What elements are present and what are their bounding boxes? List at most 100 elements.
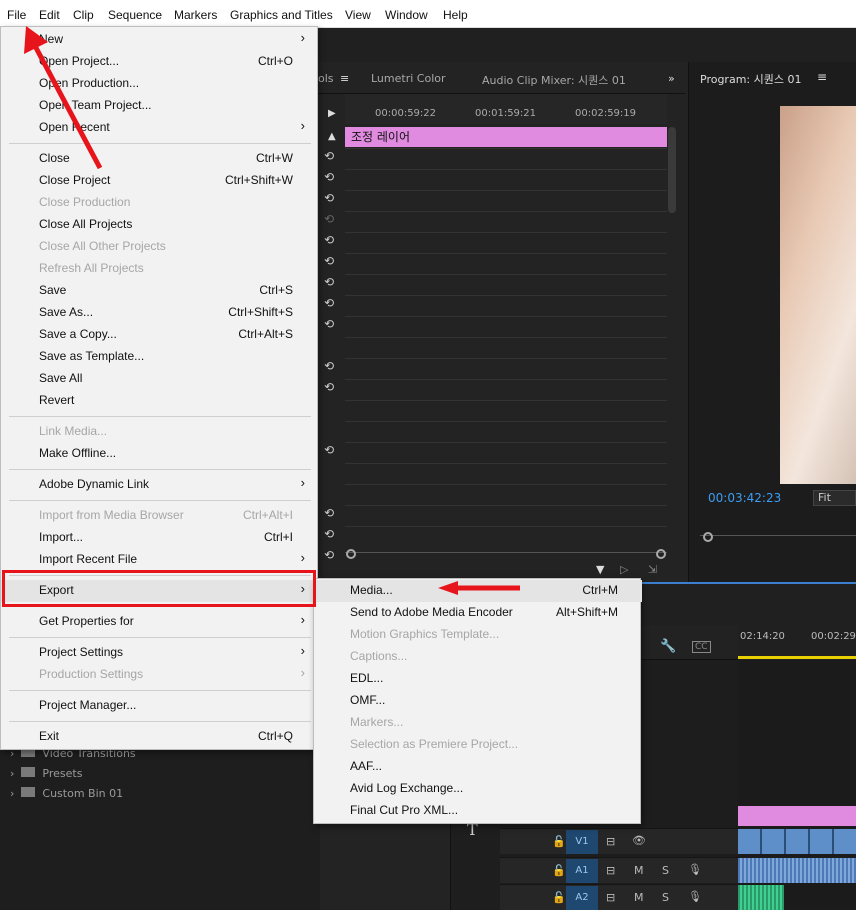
eye-icon[interactable]: 👁	[632, 834, 646, 847]
microphone-icon[interactable]: 🎙	[688, 890, 702, 903]
adjustment-layer-clip-timeline[interactable]	[738, 806, 856, 826]
solo-button[interactable]: S	[662, 891, 669, 904]
tab-effect-controls[interactable]: ols	[318, 72, 334, 85]
playhead-timecode[interactable]: 00:03:42:23	[708, 491, 781, 505]
reset-icon[interactable]: ⟲	[322, 548, 336, 562]
vertical-scrollbar[interactable]	[668, 127, 676, 213]
filter-icon[interactable]: ▼	[596, 563, 604, 576]
scrubber-handle[interactable]	[703, 532, 713, 542]
menu-item-aaf[interactable]: AAF...	[314, 756, 642, 778]
menu-item-project-manager[interactable]: Project Manager...	[1, 695, 319, 717]
menu-item-save[interactable]: Save Ctrl+S	[1, 280, 319, 302]
menu-item-close-project[interactable]: Close Project Ctrl+Shift+W	[1, 170, 319, 192]
menu-file[interactable]: File	[7, 8, 26, 22]
captions-icon[interactable]: CC	[692, 641, 711, 653]
panel-menu-icon[interactable]: ≡	[817, 70, 827, 84]
mute-button[interactable]: M	[634, 891, 644, 904]
scroll-handle-left[interactable]	[346, 549, 356, 559]
reset-icon[interactable]: ⟲	[322, 443, 336, 457]
menu-item-save-as[interactable]: Save As... Ctrl+Shift+S	[1, 302, 319, 324]
audio-clip-a1[interactable]	[738, 858, 856, 883]
menu-clip[interactable]: Clip	[73, 8, 94, 22]
reset-icon[interactable]: ⟲	[322, 233, 336, 247]
list-item[interactable]: › Presets	[10, 767, 82, 780]
play-triangle-icon[interactable]: ▶	[328, 108, 336, 119]
mute-button[interactable]: M	[634, 864, 644, 877]
tab-lumetri-color[interactable]: Lumetri Color	[371, 72, 446, 85]
tab-audio-clip-mixer[interactable]: Audio Clip Mixer: 시퀀스 01	[482, 72, 626, 88]
reset-icon[interactable]: ⟲	[322, 170, 336, 184]
menu-item-save-as-template[interactable]: Save as Template...	[1, 346, 319, 368]
track-label-a2[interactable]: A2	[566, 886, 598, 910]
keyframe-area[interactable]	[345, 124, 667, 544]
menu-item-avid-log-exchange[interactable]: Avid Log Exchange...	[314, 778, 642, 800]
reset-icon[interactable]: ⟲	[322, 380, 336, 394]
menu-item-make-offline[interactable]: Make Offline...	[1, 443, 319, 465]
menu-item-close-all-projects[interactable]: Close All Projects	[1, 214, 319, 236]
reset-icon[interactable]: ⟲	[322, 359, 336, 373]
track-a2[interactable]: 🔓 A2 ⊟ M S 🎙	[500, 884, 738, 910]
menu-item-omf[interactable]: OMF...	[314, 690, 642, 712]
menu-item-revert[interactable]: Revert	[1, 390, 319, 412]
menu-item-shortcut: Ctrl+W	[256, 151, 293, 165]
menu-item-import-recent-file[interactable]: Import Recent File ›	[1, 549, 319, 571]
menu-graphics-and-titles[interactable]: Graphics and Titles	[230, 8, 333, 22]
menu-item-send-to-ame[interactable]: Send to Adobe Media Encoder Alt+Shift+M	[314, 602, 642, 624]
solo-button[interactable]: S	[662, 864, 669, 877]
lock-icon[interactable]: 🔓	[552, 835, 566, 848]
overflow-chevron-icon[interactable]: »	[668, 72, 675, 85]
reset-icon[interactable]: ⟲	[322, 296, 336, 310]
sync-icon[interactable]: ⊟	[606, 835, 615, 848]
ruler-tick-label: 00:02:29:	[811, 631, 856, 642]
menu-item-save-all[interactable]: Save All	[1, 368, 319, 390]
menu-item-project-settings[interactable]: Project Settings ›	[1, 642, 319, 664]
program-monitor-title[interactable]: Program: 시퀀스 01	[700, 71, 801, 87]
work-area-bar[interactable]	[738, 656, 856, 659]
collapse-triangle-icon[interactable]: ▲	[328, 131, 336, 142]
menu-markers[interactable]: Markers	[174, 8, 217, 22]
horizontal-scrollbar[interactable]	[345, 552, 667, 558]
menu-item-final-cut-pro-xml[interactable]: Final Cut Pro XML...	[314, 800, 642, 822]
lock-icon[interactable]: 🔓	[552, 864, 566, 877]
track-label-v1[interactable]: V1	[566, 830, 598, 854]
adjustment-layer-clip[interactable]: 조정 레이어	[345, 127, 667, 147]
menu-item-adobe-dynamic-link[interactable]: Adobe Dynamic Link ›	[1, 474, 319, 496]
wrench-icon[interactable]: 🔧	[660, 639, 676, 654]
menu-item-label: Project Manager...	[39, 698, 137, 712]
program-scrubber[interactable]	[700, 522, 856, 536]
video-clip[interactable]	[738, 829, 856, 854]
reset-icon[interactable]: ⟲	[322, 191, 336, 205]
menu-item-exit[interactable]: Exit Ctrl+Q	[1, 726, 319, 748]
track-a1[interactable]: 🔓 A1 ⊟ M S 🎙	[500, 857, 738, 883]
reset-icon[interactable]: ⟲	[322, 317, 336, 331]
menu-item-save-a-copy[interactable]: Save a Copy... Ctrl+Alt+S	[1, 324, 319, 346]
export-frame-icon[interactable]: ▷	[620, 563, 628, 576]
track-v1[interactable]: 🔓 V1 ⊟ 👁	[500, 828, 738, 854]
reset-icon[interactable]: ⟲	[322, 506, 336, 520]
microphone-icon[interactable]: 🎙	[688, 863, 702, 876]
scroll-handle-right[interactable]	[656, 549, 666, 559]
menu-item-edl[interactable]: EDL...	[314, 668, 642, 690]
menu-edit[interactable]: Edit	[39, 8, 60, 22]
track-label-a1[interactable]: A1	[566, 859, 598, 883]
tab-menu-icon[interactable]: ≡	[340, 72, 349, 85]
menu-item-get-properties-for[interactable]: Get Properties for ›	[1, 611, 319, 633]
menu-help[interactable]: Help	[443, 8, 468, 22]
list-item[interactable]: › Custom Bin 01	[10, 787, 123, 800]
lock-icon[interactable]: 🔓	[552, 891, 566, 904]
menu-window[interactable]: Window	[385, 8, 428, 22]
source-time-ruler[interactable]: 00:00:59:22 00:01:59:21 00:02:59:19	[345, 94, 667, 124]
menu-sequence[interactable]: Sequence	[108, 8, 162, 22]
reset-icon[interactable]: ⟲	[322, 254, 336, 268]
sync-icon[interactable]: ⊟	[606, 864, 615, 877]
menu-view[interactable]: View	[345, 8, 371, 22]
timeline-ruler[interactable]: 02:14:20 00:02:29:	[738, 625, 856, 660]
sync-icon[interactable]: ⊟	[606, 891, 615, 904]
reset-icon[interactable]: ⟲	[322, 149, 336, 163]
share-icon[interactable]: ⇲	[648, 563, 657, 576]
reset-icon[interactable]: ⟲	[322, 275, 336, 289]
audio-clip-a2[interactable]	[738, 885, 784, 910]
zoom-fit-select[interactable]: Fit	[813, 490, 856, 506]
menu-item-import[interactable]: Import... Ctrl+I	[1, 527, 319, 549]
reset-icon[interactable]: ⟲	[322, 527, 336, 541]
